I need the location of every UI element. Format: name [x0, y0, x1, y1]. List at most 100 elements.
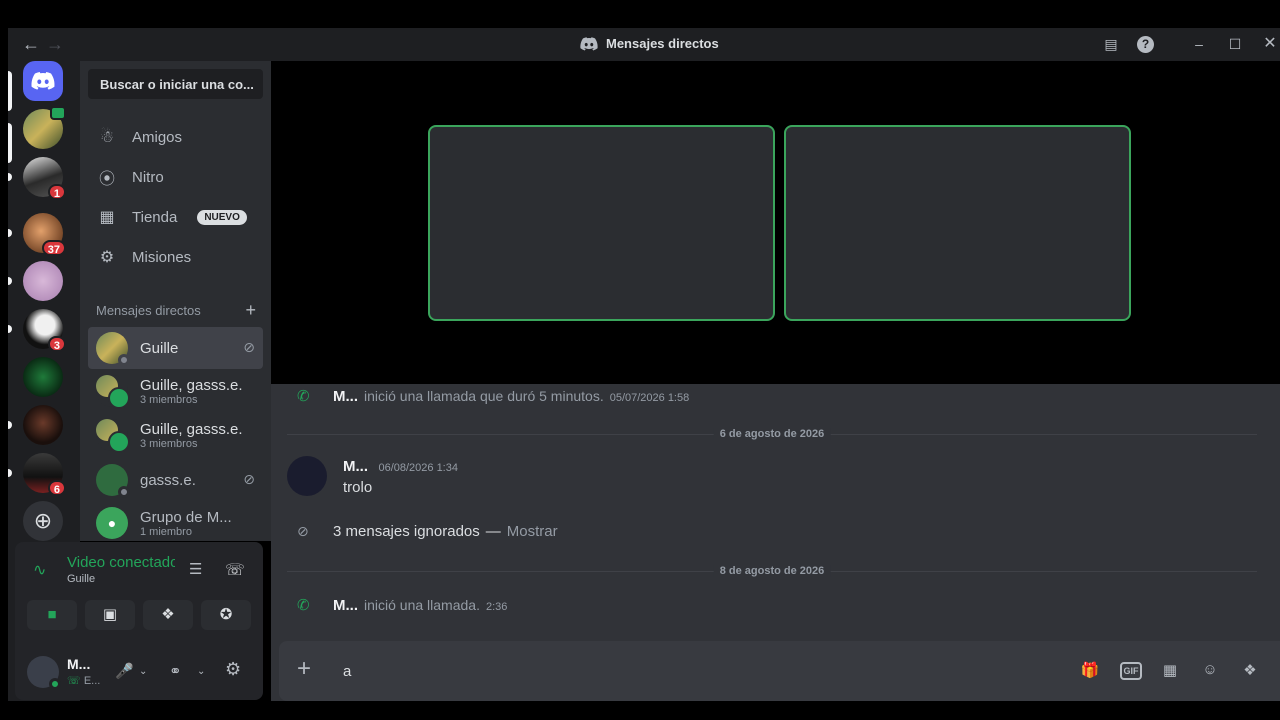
nav-nitro[interactable]: ⦿ Nitro [88, 159, 263, 195]
quests-icon: ⚙ [99, 249, 115, 266]
unread-pill [8, 277, 12, 285]
message-input[interactable]: a [343, 663, 351, 680]
server-8[interactable]: 6 [23, 453, 66, 496]
microphone-icon[interactable]: 🎤 [115, 662, 134, 680]
group-avatar [96, 419, 130, 453]
video-tile-2[interactable] [784, 125, 1131, 321]
audio-options-chevron-icon[interactable]: ⌄ [197, 666, 205, 677]
dm-members: 3 miembros [140, 437, 198, 450]
voice-channel[interactable]: Guille [67, 573, 95, 585]
server-1[interactable] [23, 106, 66, 149]
eye-off-icon[interactable]: ⊘ [243, 471, 255, 488]
maximize-icon[interactable]: ☐ [1225, 34, 1245, 54]
forward-arrow-icon[interactable]: → [46, 34, 64, 55]
nav-quests[interactable]: ⚙ Misiones [88, 239, 263, 275]
create-dm-plus-icon[interactable]: + [245, 301, 256, 319]
help-icon[interactable]: ? [1137, 36, 1154, 53]
minimize-icon[interactable]: – [1189, 34, 1209, 54]
date-divider-label: 6 de agosto de 2026 [713, 428, 831, 440]
mic-options-chevron-icon[interactable]: ⌄ [139, 666, 147, 677]
show-ignored-link[interactable]: Mostrar [507, 523, 558, 540]
dm-name: Guille, gasss.e. [140, 420, 243, 438]
dm-name: Guille [140, 339, 179, 357]
activities-icon: ❖ [161, 606, 175, 623]
soundboard-icon: ✪ [219, 606, 233, 623]
new-badge: NUEVO [197, 209, 247, 225]
dm-item-gasss[interactable]: gasss.e. ⊘ [88, 459, 263, 501]
gif-icon[interactable]: GIF [1120, 662, 1142, 680]
selected-pill [8, 71, 12, 111]
screen-share-button[interactable]: ▣ [85, 600, 135, 630]
server-6[interactable] [23, 357, 63, 397]
inbox-icon[interactable]: ▤ [1101, 34, 1121, 54]
soundboard-button[interactable]: ✪ [201, 600, 251, 630]
eye-off-icon[interactable]: ⊘ [243, 339, 255, 356]
dm-members: 1 miembro [140, 525, 192, 538]
timestamp: 2:36 [485, 601, 508, 613]
add-server-icon[interactable]: ⊕ [23, 501, 63, 541]
emoji-icon[interactable]: ☺ [1199, 661, 1221, 681]
search-input[interactable]: Buscar o iniciar una co... [88, 69, 263, 99]
server-2[interactable]: 1 [23, 157, 66, 200]
activities-button[interactable]: ❖ [143, 600, 193, 630]
dm-header-label: Mensajes directos [96, 303, 201, 318]
dm-sidebar: Buscar o iniciar una co... ☃ Amigos ⦿ Ni… [80, 61, 271, 541]
voice-pill [8, 123, 12, 163]
dm-name: Grupo de M... [140, 508, 232, 526]
user-status: ☏ E... [67, 674, 100, 687]
message-author[interactable]: M... [333, 388, 358, 405]
camera-button[interactable]: ■ [27, 600, 77, 630]
eye-off-icon: ⊘ [297, 523, 309, 539]
nav-friends[interactable]: ☃ Amigos [88, 119, 263, 155]
sticker-icon[interactable]: ▦ [1159, 661, 1181, 681]
group-icon: ● [96, 507, 128, 539]
disconnect-icon[interactable]: ☏ [225, 560, 245, 580]
server-5[interactable]: 3 [23, 309, 66, 352]
phone-icon: ✆ [297, 388, 310, 405]
timestamp: 05/07/2026 1:58 [609, 392, 690, 404]
apps-icon[interactable]: ❖ [1239, 661, 1261, 681]
message-text: trolo [343, 479, 373, 496]
unread-pill [8, 469, 12, 477]
message-avatar[interactable] [287, 456, 327, 496]
settings-gear-icon[interactable]: ⚙ [225, 659, 241, 680]
dm-item-group-1[interactable]: Guille, gasss.e. 3 miembros [88, 370, 263, 412]
mention-badge: 6 [47, 480, 66, 496]
nav-label: Nitro [132, 168, 164, 186]
server-3[interactable]: 37 [23, 213, 66, 256]
nav-shop[interactable]: ▦ Tienda NUEVO [88, 199, 263, 235]
discord-home-icon [23, 61, 63, 101]
discord-logo-icon [580, 36, 598, 50]
phone-icon: ☏ [67, 675, 81, 687]
attach-plus-icon[interactable]: + [297, 657, 311, 681]
server-4[interactable] [23, 261, 63, 301]
voice-panel: ∿ Video conectado Guille ☰ ☏ ■ ▣ ❖ ✪ [15, 542, 263, 642]
close-icon[interactable]: ✕ [1260, 34, 1280, 54]
date-divider: 8 de agosto de 2026 [287, 565, 1257, 577]
ignored-messages: ⊘ 3 mensajes ignorados — Mostrar [297, 523, 558, 540]
dm-name: Guille, gasss.e. [140, 376, 243, 394]
message-composer[interactable]: + a 🎁 GIF ▦ ☺ ❖ [279, 641, 1280, 701]
message-author[interactable]: M... [343, 458, 368, 475]
video-live-icon [50, 106, 66, 120]
main-chat: ✆ M... inició una llamada que duró 5 min… [271, 61, 1280, 701]
gift-icon[interactable]: 🎁 [1079, 661, 1101, 681]
shop-icon: ▦ [99, 209, 115, 226]
dm-item-guille[interactable]: Guille ⊘ [88, 327, 263, 369]
message-author[interactable]: M... [333, 597, 358, 614]
server-home[interactable] [23, 61, 63, 101]
mention-badge: 1 [47, 184, 66, 200]
server-7[interactable] [23, 405, 63, 445]
signal-icon: ∿ [33, 562, 47, 579]
user-avatar[interactable] [27, 656, 61, 690]
dm-item-group-2[interactable]: Guille, gasss.e. 3 miembros [88, 414, 263, 456]
mention-badge: 3 [47, 336, 66, 352]
video-tile-1[interactable] [428, 125, 775, 321]
unread-pill [8, 325, 12, 333]
noise-suppression-icon[interactable]: ☰ [189, 560, 202, 578]
message-meta: M... 06/08/2026 1:34 [343, 458, 458, 476]
headphones-icon[interactable]: ⚭ [169, 662, 182, 680]
back-arrow-icon[interactable]: ← [22, 34, 40, 55]
dm-item-grupo[interactable]: ● Grupo de M... 1 miembro [88, 502, 263, 544]
title-bar: ← → Mensajes directos ▤ ? – ☐ ✕ [0, 28, 1280, 61]
